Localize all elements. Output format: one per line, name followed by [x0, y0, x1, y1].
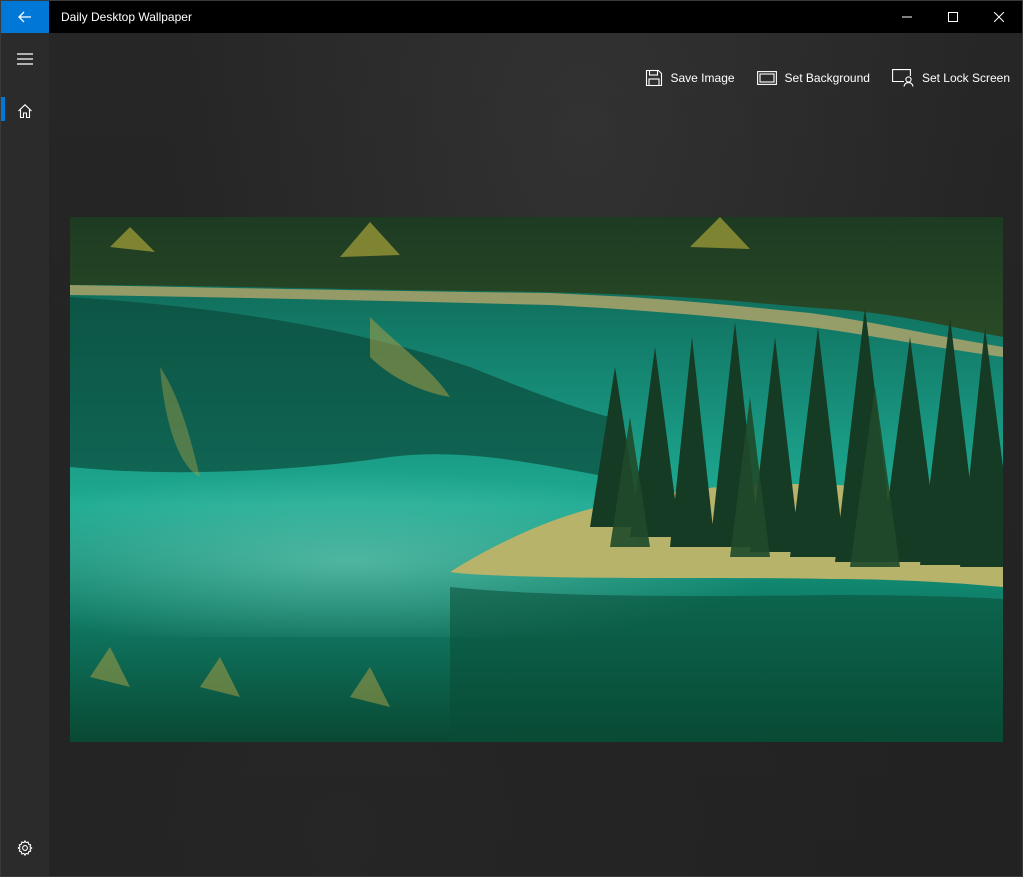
save-floppy-icon [645, 69, 662, 87]
home-icon [18, 104, 32, 119]
lock-screen-user-icon [891, 69, 914, 87]
back-arrow-icon [18, 11, 31, 23]
set-background-button[interactable]: Set Background [756, 70, 870, 86]
command-bar: Save Image Set Background Set Lock Scree… [645, 67, 1010, 89]
settings-gear-icon [17, 840, 33, 856]
minimize-button[interactable] [884, 1, 930, 33]
nav-item-home[interactable] [1, 91, 49, 131]
minimize-icon [902, 16, 912, 18]
window-title: Daily Desktop Wallpaper [61, 10, 192, 24]
maximize-icon [948, 12, 958, 22]
set-background-label: Set Background [784, 71, 870, 85]
app-window: Daily Desktop Wallpaper Save Image Set B… [0, 0, 1023, 877]
save-image-label: Save Image [670, 71, 735, 85]
navigation-rail [1, 33, 49, 876]
hamburger-menu-button[interactable] [1, 39, 49, 79]
wallpaper-preview-image [70, 217, 1003, 742]
main-content: Save Image Set Background Set Lock Scree… [49, 33, 1022, 876]
set-lock-screen-button[interactable]: Set Lock Screen [891, 69, 1010, 87]
set-lock-screen-label: Set Lock Screen [921, 71, 1010, 85]
hamburger-menu-icon [17, 53, 33, 65]
close-icon [994, 12, 1004, 22]
close-button[interactable] [976, 1, 1022, 33]
title-bar: Daily Desktop Wallpaper [1, 1, 1022, 33]
settings-button[interactable] [1, 828, 49, 868]
back-button[interactable] [1, 1, 49, 33]
desktop-background-icon [756, 71, 777, 85]
maximize-button[interactable] [930, 1, 976, 33]
selection-indicator [1, 97, 5, 121]
wallpaper-landscape [70, 217, 1003, 742]
save-image-button[interactable]: Save Image [645, 69, 735, 87]
